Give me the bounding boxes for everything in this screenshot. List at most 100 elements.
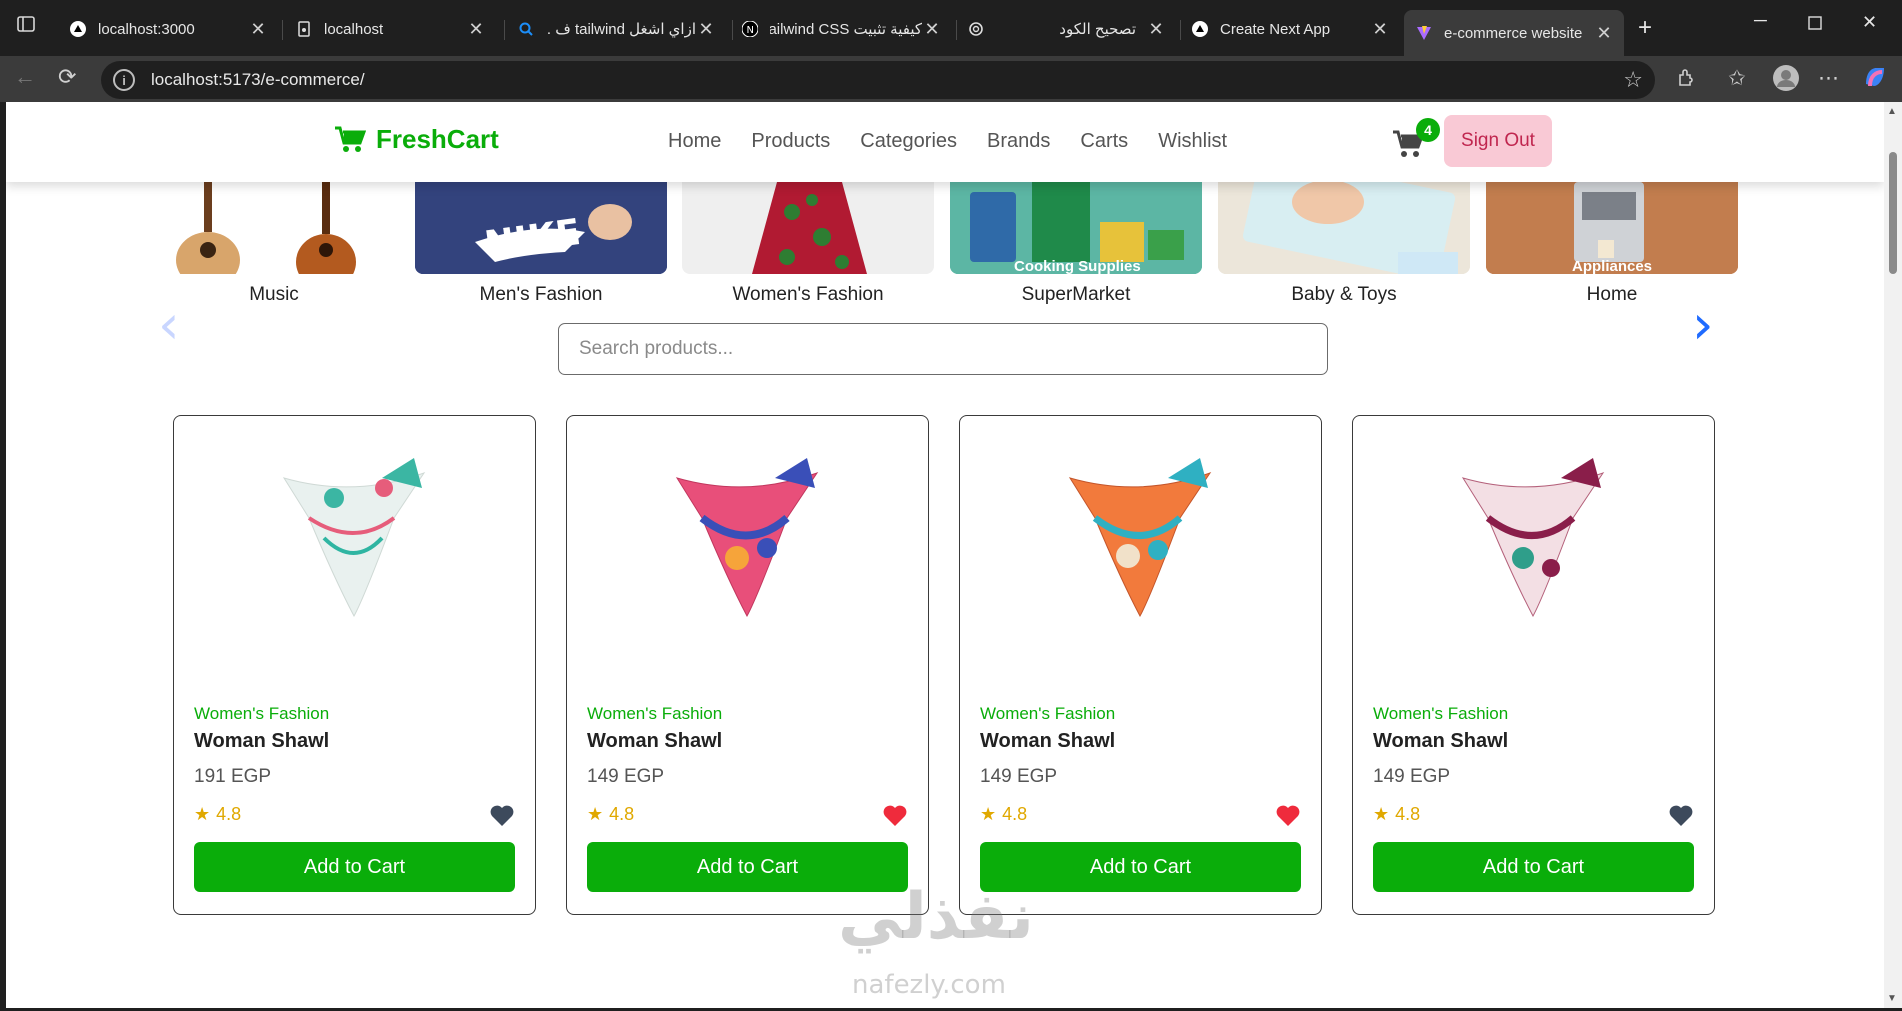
page-viewport: FreshCart Home Products Categories Brand… — [6, 102, 1884, 1008]
cart-logo-icon — [335, 126, 366, 152]
tab-localhost[interactable]: localhost ✕ — [284, 10, 496, 48]
product-image — [282, 458, 426, 618]
slide-baby-toys[interactable]: Baby & Toys — [1218, 182, 1470, 305]
product-card[interactable]: Women's Fashion Woman Shawl 149 EGP ★ 4.8… — [1352, 415, 1715, 915]
scroll-down-icon[interactable]: ▼ — [1887, 993, 1897, 1004]
tab-ecommerce-active[interactable]: e-commerce website ✕ — [1404, 10, 1624, 56]
product-price: 191 EGP — [194, 766, 272, 787]
slide-womens-fashion[interactable]: Women's Fashion — [682, 182, 934, 305]
nav-home[interactable]: Home — [668, 130, 721, 153]
slide-image: Cooking Supplies — [950, 182, 1202, 274]
tab-title: ازاي اشغل tailwind ف ... — [546, 21, 696, 38]
nav-wishlist[interactable]: Wishlist — [1158, 130, 1227, 153]
back-icon[interactable]: ← — [14, 64, 36, 90]
tab-title: تصحيح الكود — [1059, 21, 1136, 38]
slider-next-arrow[interactable]: › — [1692, 298, 1714, 352]
slide-image — [682, 182, 934, 274]
maximize-icon[interactable] — [1808, 14, 1822, 35]
rating-value: 4.8 — [609, 804, 635, 824]
reload-icon[interactable]: ⟳ — [58, 64, 76, 90]
slide-caption: Baby & Toys — [1291, 284, 1397, 305]
url-field[interactable]: i localhost:5173/e-commerce/ ☆ — [101, 61, 1655, 99]
openai-icon — [968, 21, 984, 37]
slide-image: NIKE — [415, 182, 667, 274]
tab-actions-icon[interactable] — [16, 14, 36, 39]
tab-tailwind-search[interactable]: ازاي اشغل tailwind ف ... ✕ — [506, 10, 726, 48]
slide-caption: Women's Fashion — [732, 284, 884, 305]
product-image — [1068, 458, 1212, 618]
close-window-icon[interactable]: ✕ — [1862, 12, 1877, 33]
slide-supermarket[interactable]: Cooking Supplies SuperMarket — [950, 182, 1202, 305]
tab-title: Create Next App — [1220, 20, 1331, 38]
bookmark-star-icon[interactable]: ☆ — [1623, 67, 1643, 93]
wishlist-heart-icon[interactable] — [1668, 804, 1694, 828]
nav-brands[interactable]: Brands — [987, 130, 1050, 153]
search-input[interactable] — [558, 323, 1328, 375]
close-tab-icon[interactable]: ✕ — [922, 19, 942, 40]
more-menu-icon[interactable]: ⋯ — [1818, 66, 1839, 91]
page-scrollbar[interactable]: ▲ ▼ — [1884, 102, 1902, 1008]
site-header: FreshCart Home Products Categories Brand… — [6, 102, 1884, 182]
scrollbar-thumb[interactable] — [1889, 152, 1897, 274]
tab-localhost-3000[interactable]: localhost:3000 ✕ — [58, 10, 278, 48]
product-rating: ★ 4.8 — [194, 804, 241, 825]
favorites-icon[interactable]: ✩ — [1728, 66, 1746, 91]
extensions-icon[interactable] — [1676, 66, 1698, 94]
sign-out-button[interactable]: Sign Out — [1444, 115, 1552, 167]
wishlist-heart-icon[interactable] — [489, 804, 515, 828]
watermark-url: nafezly.com — [852, 970, 1006, 1000]
main-nav: Home Products Categories Brands Carts Wi… — [668, 130, 1227, 153]
new-tab-icon[interactable]: + — [1638, 14, 1652, 42]
tab-tailwind-install[interactable]: N كيفية تثبيت Tailwind CSS ✕ — [730, 10, 952, 48]
copilot-icon[interactable] — [1862, 64, 1888, 96]
close-tab-icon[interactable]: ✕ — [1370, 19, 1390, 40]
product-card[interactable]: Women's Fashion Woman Shawl 191 EGP ★ 4.8… — [173, 415, 536, 915]
add-to-cart-button[interactable]: Add to Cart — [194, 842, 515, 892]
slide-image — [148, 182, 400, 274]
address-bar: ← ⟳ i localhost:5173/e-commerce/ ☆ ✩ ⋯ — [0, 56, 1902, 102]
triangle-icon — [70, 21, 86, 37]
wishlist-heart-icon[interactable] — [1275, 804, 1301, 828]
star-icon: ★ — [1373, 804, 1390, 824]
product-price: 149 EGP — [587, 766, 665, 787]
slide-overlay-text: Cooking Supplies — [1014, 258, 1141, 274]
product-price: 149 EGP — [980, 766, 1058, 787]
add-to-cart-button[interactable]: Add to Cart — [1373, 842, 1694, 892]
product-card[interactable]: Women's Fashion Woman Shawl 149 EGP ★ 4.8… — [959, 415, 1322, 915]
product-name: Woman Shawl — [587, 730, 723, 752]
brand-name: FreshCart — [376, 124, 499, 154]
search-icon — [518, 21, 534, 37]
slide-home[interactable]: Appliances Home — [1486, 182, 1738, 305]
product-card[interactable]: Women's Fashion Woman Shawl 149 EGP ★ 4.8… — [566, 415, 929, 915]
tab-code-fix[interactable]: تصحيح الكود ✕ — [956, 10, 1176, 48]
tab-create-next-app[interactable]: Create Next App ✕ — [1180, 10, 1400, 48]
wishlist-heart-icon[interactable] — [882, 804, 908, 828]
slide-mens-fashion[interactable]: NIKE Men's Fashion — [415, 182, 667, 305]
minimize-icon[interactable]: ─ — [1754, 10, 1767, 31]
close-tab-icon[interactable]: ✕ — [248, 19, 268, 40]
tab-title: localhost — [324, 20, 384, 38]
tab-title: e-commerce website — [1444, 24, 1583, 42]
brand-logo[interactable]: FreshCart — [334, 124, 499, 155]
star-icon: ★ — [587, 804, 604, 824]
close-tab-icon[interactable]: ✕ — [696, 19, 716, 40]
star-icon: ★ — [194, 804, 211, 824]
close-tab-icon[interactable]: ✕ — [1594, 23, 1614, 44]
nav-products[interactable]: Products — [751, 130, 830, 153]
cart-button[interactable]: 4 — [1392, 118, 1440, 162]
url-text: localhost:5173/e-commerce/ — [151, 70, 365, 89]
nav-categories[interactable]: Categories — [860, 130, 957, 153]
browser-tab-bar: localhost:3000 ✕ localhost ✕ ازاي اشغل t… — [0, 0, 1902, 56]
product-category: Women's Fashion — [587, 704, 723, 723]
product-name: Woman Shawl — [980, 730, 1116, 752]
profile-avatar[interactable] — [1772, 64, 1800, 98]
close-tab-icon[interactable]: ✕ — [466, 19, 486, 40]
site-info-icon[interactable]: i — [113, 69, 135, 91]
next-logo-icon: N — [742, 21, 758, 37]
nav-carts[interactable]: Carts — [1080, 130, 1128, 153]
watermark-logo: نفذلي — [838, 880, 1034, 954]
scroll-up-icon[interactable]: ▲ — [1887, 106, 1897, 117]
slide-music[interactable]: Music — [148, 182, 400, 305]
slider-prev-arrow[interactable]: ‹ — [158, 298, 180, 352]
close-tab-icon[interactable]: ✕ — [1146, 19, 1166, 40]
